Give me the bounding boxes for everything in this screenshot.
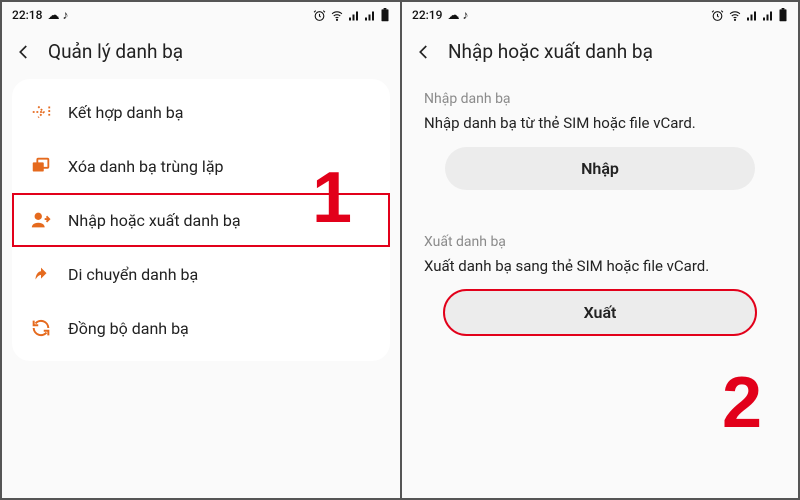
battery-icon: [380, 8, 390, 22]
export-button[interactable]: Xuất: [445, 291, 755, 334]
back-icon[interactable]: [14, 42, 34, 62]
item-move-contacts[interactable]: Di chuyển danh bạ: [12, 247, 390, 301]
screen-manage-contacts: 22:18 ☁ ♪ Quản lý danh bạ Kết: [2, 2, 400, 498]
item-label: Kết hợp danh bạ: [68, 103, 183, 122]
battery-icon: [778, 8, 788, 22]
export-section: Xuất danh bạ Xuất danh bạ sang thẻ SIM h…: [402, 222, 798, 347]
alarm-icon: [711, 9, 724, 22]
dedupe-icon: [30, 155, 52, 177]
signal-icon: [746, 9, 758, 22]
back-icon[interactable]: [414, 42, 434, 62]
status-right-icons: [313, 8, 390, 22]
import-description: Nhập danh bạ từ thẻ SIM hoặc file vCard.: [424, 113, 776, 133]
item-label: Nhập hoặc xuất danh bạ: [68, 211, 241, 230]
export-heading: Xuất danh bạ: [424, 234, 776, 250]
wifi-icon: [330, 9, 344, 22]
export-description: Xuất danh bạ sang thẻ SIM hoặc file vCar…: [424, 256, 776, 276]
status-left-icons: ☁ ♪: [447, 8, 468, 22]
signal-icon: [364, 9, 376, 22]
item-merge-contacts[interactable]: Kết hợp danh bạ: [12, 85, 390, 139]
item-sync-contacts[interactable]: Đồng bộ danh bạ: [12, 301, 390, 355]
page-title: Nhập hoặc xuất danh bạ: [448, 40, 653, 63]
status-left-icons: ☁ ♪: [47, 8, 68, 22]
page-title: Quản lý danh bạ: [48, 40, 183, 63]
import-button[interactable]: Nhập: [445, 147, 755, 190]
item-remove-duplicates[interactable]: Xóa danh bạ trùng lặp: [12, 139, 390, 193]
status-time: 22:18: [12, 8, 42, 22]
status-time: 22:19: [412, 8, 442, 22]
signal-icon: [348, 9, 360, 22]
item-label: Xóa danh bạ trùng lặp: [68, 157, 224, 176]
header: Nhập hoặc xuất danh bạ: [402, 28, 798, 79]
wifi-icon: [728, 9, 742, 22]
import-export-icon: [30, 209, 52, 231]
status-bar: 22:19 ☁ ♪: [402, 2, 798, 28]
header: Quản lý danh bạ: [2, 28, 400, 79]
import-section: Nhập danh bạ Nhập danh bạ từ thẻ SIM hoặ…: [402, 79, 798, 204]
status-bar: 22:18 ☁ ♪: [2, 2, 400, 28]
item-label: Đồng bộ danh bạ: [68, 319, 189, 338]
alarm-icon: [313, 9, 326, 22]
item-import-export[interactable]: Nhập hoặc xuất danh bạ: [12, 193, 390, 247]
sync-icon: [30, 317, 52, 339]
item-label: Di chuyển danh bạ: [68, 265, 198, 284]
move-icon: [30, 263, 52, 285]
import-heading: Nhập danh bạ: [424, 91, 776, 107]
screen-import-export: 22:19 ☁ ♪ Nhập hoặc xuất danh bạ Nhập da…: [400, 2, 798, 498]
status-right-icons: [711, 8, 788, 22]
signal-icon: [762, 9, 774, 22]
merge-icon: [30, 101, 52, 123]
options-card: Kết hợp danh bạ Xóa danh bạ trùng lặp Nh…: [12, 79, 390, 361]
